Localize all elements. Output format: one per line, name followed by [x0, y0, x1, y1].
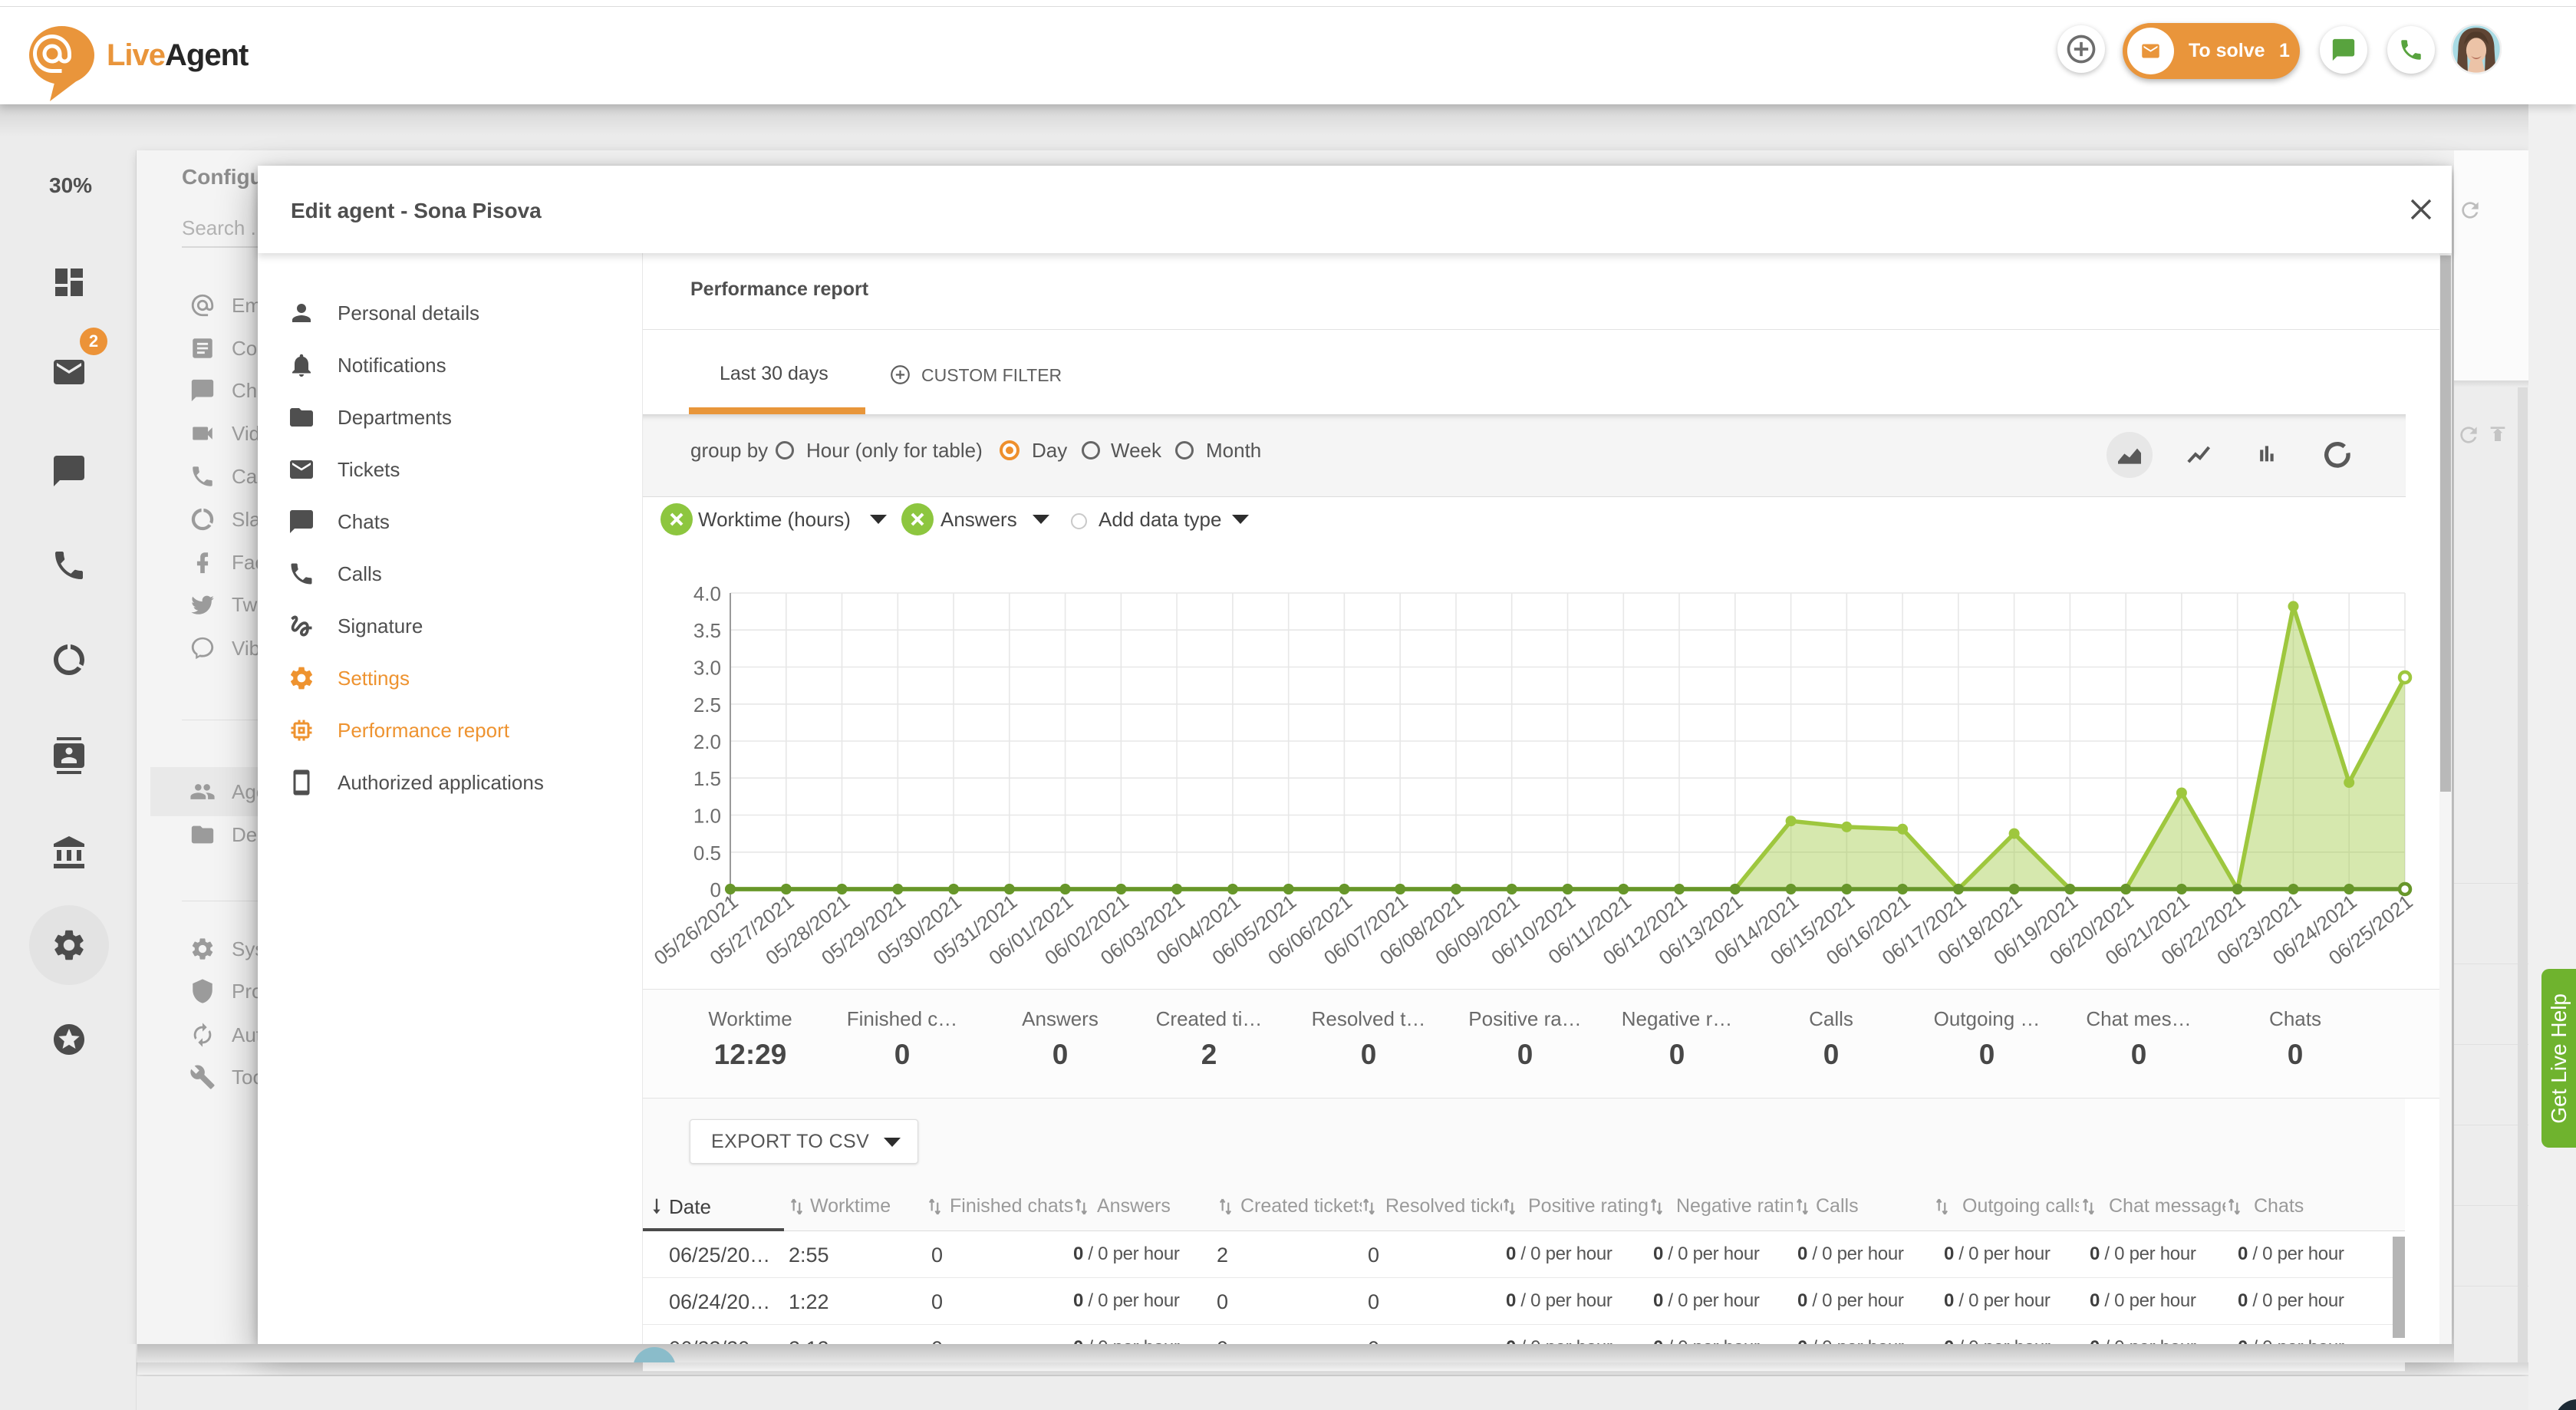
svg-text:2.0: 2.0	[693, 730, 721, 753]
svg-text:0.5: 0.5	[693, 842, 721, 865]
svg-text:4.0: 4.0	[693, 582, 721, 605]
svg-text:1.0: 1.0	[693, 805, 721, 828]
svg-text:1.5: 1.5	[693, 767, 721, 790]
svg-text:3.0: 3.0	[693, 657, 721, 680]
svg-text:3.5: 3.5	[693, 619, 721, 642]
svg-text:2.5: 2.5	[693, 693, 721, 717]
